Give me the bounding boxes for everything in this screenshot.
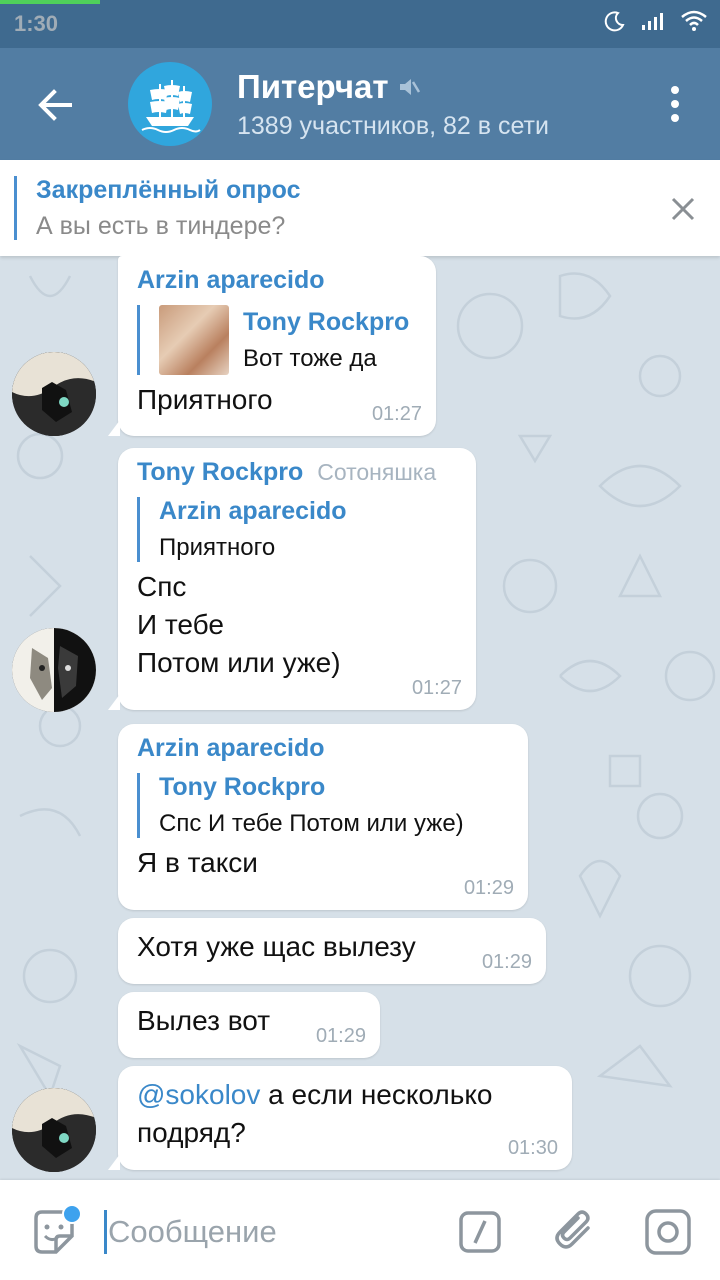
chat-header: Питерчат 1389 участников, 82 в сети <box>0 48 720 160</box>
sender-name-text: Tony Rockpro <box>137 458 304 486</box>
reply-text: Приятного <box>159 534 276 561</box>
wifi-icon <box>681 10 707 31</box>
sender-avatar[interactable] <box>12 628 96 712</box>
message-time: 01:27 <box>411 677 462 699</box>
pinned-poll-bar[interactable]: Закреплённый опрос А вы есть в тиндере? <box>0 160 720 256</box>
message-line: Спс <box>137 571 187 602</box>
sender-avatar[interactable] <box>12 352 96 436</box>
message-text: @sokolov а если несколько <box>137 1076 554 1114</box>
bot-command-icon[interactable] <box>458 1210 502 1254</box>
mention-link[interactable]: @sokolov <box>137 1079 260 1110</box>
notification-dot <box>62 1204 82 1224</box>
muted-icon <box>399 79 420 95</box>
pinned-title: Закреплённый опрос <box>36 176 301 204</box>
message-input[interactable] <box>108 1208 408 1256</box>
chat-subtitle: 1389 участников, 82 в сети <box>237 112 549 140</box>
pinned-text: А вы есть в тиндере? <box>36 212 286 240</box>
message-bubble[interactable]: @sokolov а если несколько подряд? 01:30 <box>108 1066 572 1170</box>
avatar-image-icon <box>12 352 96 436</box>
message-composer <box>0 1180 720 1280</box>
avatar-image-icon <box>12 1088 96 1172</box>
close-icon[interactable] <box>668 194 698 224</box>
reply-quote[interactable]: Tony Rockpro Вот тоже да <box>137 305 418 375</box>
bubble-tail <box>108 694 120 710</box>
reply-author: Tony Rockpro <box>243 307 410 336</box>
message-time: 01:30 <box>507 1137 558 1159</box>
message-line: И тебе <box>137 609 224 640</box>
reply-quote[interactable]: Arzin aparecido Приятного <box>137 497 458 562</box>
message-text: Я в такси <box>137 847 258 878</box>
pinned-accent-bar <box>14 176 17 240</box>
message-bubble[interactable]: Tony Rockpro Сотоняшка Arzin aparecido Пр… <box>108 448 476 710</box>
reply-thumbnail <box>159 305 229 375</box>
moon-icon <box>604 11 625 32</box>
message-bubble[interactable]: Хотя уже щас вылезу 01:29 <box>118 918 546 984</box>
message-text-line2: подряд? <box>137 1117 246 1148</box>
signal-icon <box>642 13 663 30</box>
avatar-image-icon <box>12 628 96 712</box>
back-arrow-icon[interactable] <box>30 80 80 130</box>
message-bubble[interactable]: Arzin aparecido Tony Rockpro Вот тоже да… <box>108 256 436 436</box>
message-time: 01:27 <box>371 403 422 425</box>
sender-name[interactable]: Arzin aparecido <box>137 266 418 295</box>
chat-area[interactable]: Arzin aparecido Tony Rockpro Вот тоже да… <box>0 256 720 1180</box>
reply-text: Вот тоже да <box>243 344 377 372</box>
message-time: 01:29 <box>481 951 532 973</box>
reply-author: Tony Rockpro <box>159 773 326 801</box>
message-bubble[interactable]: Arzin aparecido Tony Rockpro Спс И тебе … <box>118 724 528 910</box>
sender-name[interactable]: Arzin aparecido <box>137 734 510 763</box>
reply-author: Arzin aparecido <box>159 497 347 525</box>
reply-text: Спс И тебе Потом или уже) <box>159 810 464 837</box>
attach-icon[interactable] <box>552 1206 598 1256</box>
message-bubble[interactable]: Вылез вот 01:29 <box>118 992 380 1058</box>
sender-avatar[interactable] <box>12 1088 96 1172</box>
message-time: 01:29 <box>463 877 514 899</box>
chat-title[interactable]: Питерчат <box>237 68 389 106</box>
status-time: 1:30 <box>14 11 59 36</box>
message-text-part: а если несколько <box>260 1079 493 1110</box>
message-text: Хотя уже щас вылезу <box>137 931 416 962</box>
bubble-tail <box>108 1154 120 1170</box>
status-bar: 1:30 <box>0 0 720 48</box>
progress-line <box>0 0 100 4</box>
message-line: Потом или уже) <box>137 647 341 678</box>
status-icons <box>604 10 708 32</box>
message-time: 01:29 <box>315 1025 366 1047</box>
camera-icon[interactable] <box>644 1208 692 1256</box>
admin-badge: Сотоняшка <box>317 459 437 485</box>
sender-name[interactable]: Tony Rockpro Сотоняшка <box>137 458 458 487</box>
more-menu-icon[interactable] <box>670 86 680 122</box>
reply-quote[interactable]: Tony Rockpro Спс И тебе Потом или уже) <box>137 773 510 838</box>
chat-avatar[interactable] <box>128 62 212 146</box>
ship-logo-icon <box>141 80 201 133</box>
text-cursor <box>104 1210 107 1254</box>
bubble-tail <box>108 420 120 436</box>
